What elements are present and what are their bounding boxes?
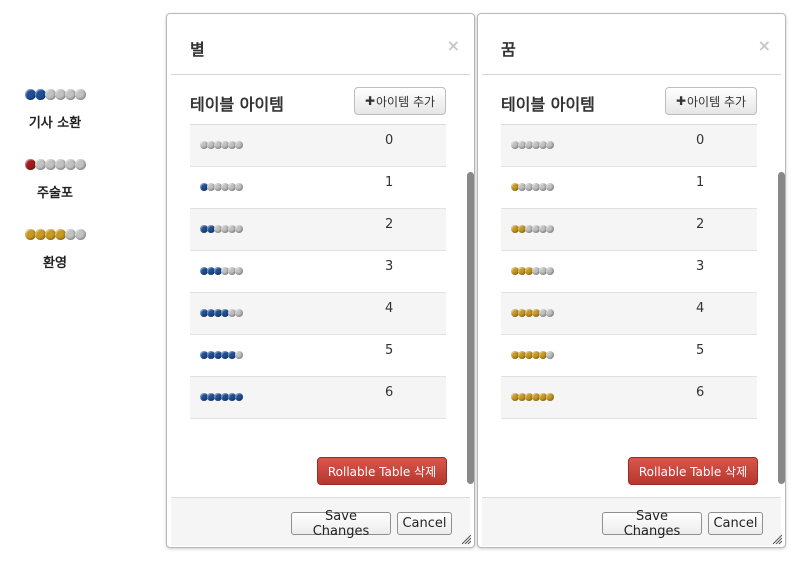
sidebar-item-0[interactable]: 기사 소환: [0, 89, 110, 131]
row-value: 0: [385, 133, 394, 148]
filled-dot-icon: [546, 393, 554, 401]
table-row[interactable]: 2: [501, 209, 757, 251]
plus-icon: ✚: [675, 94, 687, 108]
resize-handle-icon[interactable]: [461, 534, 471, 544]
table-items: 0 1 2 3 4 5 6: [190, 124, 446, 419]
dialog-title: 꿈: [501, 40, 516, 59]
save-changes-button[interactable]: Save Changes: [291, 509, 391, 539]
empty-dot-icon: [235, 351, 243, 359]
empty-dot-icon: [546, 351, 554, 359]
sidebar-item-2[interactable]: 환영: [0, 229, 110, 271]
add-item-label: 아이템 추가: [376, 94, 436, 109]
scrollbar[interactable]: [467, 172, 474, 484]
row-value: 4: [696, 301, 705, 316]
dot-rating-icon: [200, 393, 243, 401]
rollable-table-dialog: 별 × 테이블 아이템 ✚ 아이템 추가 0 1 2 3 4 5 6 Rollable Ta…: [166, 13, 475, 548]
table-row[interactable]: 6: [501, 377, 757, 419]
empty-dot-icon: [546, 183, 554, 191]
table-row[interactable]: 6: [190, 377, 446, 419]
cancel-button[interactable]: Cancel: [397, 512, 452, 535]
row-value: 5: [696, 343, 705, 358]
cancel-button[interactable]: Cancel: [708, 512, 763, 535]
dialog-header: 꿈 ×: [482, 14, 781, 75]
row-value: 5: [385, 343, 394, 358]
dot-rating-icon: [511, 393, 554, 401]
dialog-footer: Save Changes Cancel: [482, 497, 781, 546]
add-item-button[interactable]: ✚ 아이템 추가: [665, 87, 757, 115]
dot-rating-icon: [200, 309, 243, 317]
dot-rating-icon: [200, 267, 243, 275]
delete-table-button[interactable]: Rollable Table 삭제: [317, 457, 447, 485]
plus-icon: ✚: [364, 94, 376, 108]
table-row[interactable]: 4: [501, 293, 757, 335]
dot-rating-icon: [511, 309, 554, 317]
row-value: 6: [696, 385, 705, 400]
section-title: 테이블 아이템: [190, 95, 284, 114]
add-item-label: 아이템 추가: [687, 94, 747, 109]
dialog-header: 별 ×: [171, 14, 470, 75]
empty-dot-icon: [75, 159, 86, 170]
empty-dot-icon: [546, 141, 554, 149]
dot-rating-icon: [511, 225, 554, 233]
rollable-table-dialog: 꿈 × 테이블 아이템 ✚ 아이템 추가 0 1 2 3 4 5 6 Rollable Ta…: [477, 13, 786, 548]
empty-dot-icon: [235, 267, 243, 275]
section-title: 테이블 아이템: [501, 95, 595, 114]
dot-rating-icon: [511, 141, 554, 149]
dot-rating-icon: [200, 141, 243, 149]
empty-dot-icon: [546, 225, 554, 233]
dot-rating-icon: [511, 183, 554, 191]
row-value: 6: [385, 385, 394, 400]
add-item-button[interactable]: ✚ 아이템 추가: [354, 87, 446, 115]
close-icon[interactable]: ×: [447, 36, 460, 55]
row-value: 0: [696, 133, 705, 148]
sidebar-item-label: 기사 소환: [28, 116, 82, 131]
empty-dot-icon: [235, 183, 243, 191]
filled-dot-icon: [235, 393, 243, 401]
empty-dot-icon: [75, 229, 86, 240]
row-value: 2: [385, 217, 394, 232]
scrollbar[interactable]: [778, 172, 785, 484]
table-row[interactable]: 3: [501, 251, 757, 293]
empty-dot-icon: [546, 267, 554, 275]
table-row[interactable]: 5: [190, 335, 446, 377]
dot-rating-icon: [0, 229, 110, 240]
table-row[interactable]: 3: [190, 251, 446, 293]
empty-dot-icon: [235, 141, 243, 149]
row-value: 4: [385, 301, 394, 316]
table-row[interactable]: 5: [501, 335, 757, 377]
row-value: 1: [696, 175, 705, 190]
table-row[interactable]: 1: [501, 167, 757, 209]
table-row[interactable]: 2: [190, 209, 446, 251]
table-row[interactable]: 0: [501, 125, 757, 167]
table-row[interactable]: 0: [190, 125, 446, 167]
dialog-title: 별: [190, 40, 205, 59]
dot-rating-icon: [511, 267, 554, 275]
sidebar-item-label: 주술포: [37, 186, 73, 201]
dot-rating-icon: [200, 183, 243, 191]
table-row[interactable]: 4: [190, 293, 446, 335]
dot-rating-icon: [200, 351, 243, 359]
dot-rating-icon: [511, 351, 554, 359]
save-changes-button[interactable]: Save Changes: [602, 509, 702, 539]
empty-dot-icon: [235, 225, 243, 233]
dot-rating-icon: [0, 89, 110, 100]
delete-table-button[interactable]: Rollable Table 삭제: [628, 457, 758, 485]
table-row[interactable]: 1: [190, 167, 446, 209]
row-value: 2: [696, 217, 705, 232]
sidebar-item-1[interactable]: 주술포: [0, 159, 110, 201]
table-items: 0 1 2 3 4 5 6: [501, 124, 757, 419]
empty-dot-icon: [546, 309, 554, 317]
row-value: 1: [385, 175, 394, 190]
empty-dot-icon: [235, 309, 243, 317]
sidebar-item-label: 환영: [43, 256, 67, 271]
dialog-footer: Save Changes Cancel: [171, 497, 470, 546]
row-value: 3: [696, 259, 705, 274]
close-icon[interactable]: ×: [758, 36, 771, 55]
row-value: 3: [385, 259, 394, 274]
dot-rating-icon: [0, 159, 110, 170]
dot-rating-icon: [200, 225, 243, 233]
empty-dot-icon: [75, 89, 86, 100]
resize-handle-icon[interactable]: [772, 534, 782, 544]
